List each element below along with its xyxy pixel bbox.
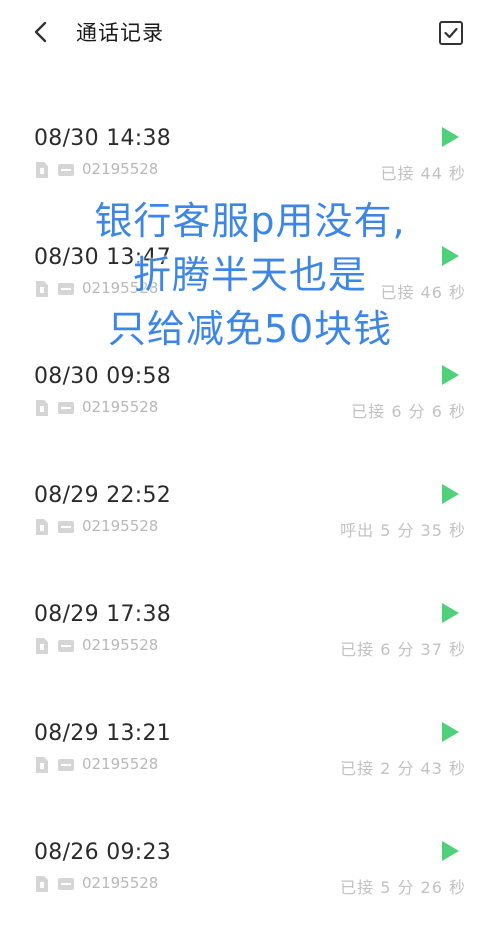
play-recording-icon[interactable]	[440, 483, 460, 505]
call-status: 已接 2 分 43 秒	[340, 759, 466, 778]
call-log-row[interactable]: 08/30 09:58 02195528 已接 6 分 6 秒	[0, 364, 500, 474]
call-time: 08/29 17:38	[34, 602, 172, 627]
overlay-line-2: 折腾半天也是	[132, 253, 367, 297]
overlay-annotation-text: 银行客服p用没有, 折腾半天也是 只给减免50块钱	[40, 194, 460, 356]
call-time: 08/29 22:52	[34, 483, 172, 508]
play-recording-icon[interactable]	[440, 126, 460, 148]
phone-number: 02195528	[82, 755, 159, 773]
message-icon	[58, 402, 74, 414]
call-status: 已接 6 分 37 秒	[340, 640, 466, 659]
play-recording-icon[interactable]	[440, 840, 460, 862]
call-status: 已接 44 秒	[380, 164, 466, 183]
message-icon	[58, 878, 74, 890]
phone-number: 02195528	[82, 874, 159, 892]
page-title: 通话记录	[76, 21, 164, 45]
phone-number: 02195528	[82, 398, 159, 416]
message-icon	[58, 521, 74, 533]
call-log-row[interactable]: 08/29 13:21 02195528 已接 2 分 43 秒	[0, 721, 500, 831]
call-status: 已接 6 分 6 秒	[351, 402, 466, 421]
message-icon	[58, 759, 74, 771]
sim-card-icon	[36, 757, 48, 773]
sim-card-icon	[36, 876, 48, 892]
call-log-row[interactable]: 08/26 09:23 02195528 已接 5 分 26 秒	[0, 840, 500, 950]
play-recording-icon[interactable]	[440, 364, 460, 386]
sim-card-icon	[36, 400, 48, 416]
overlay-line-3: 只给减免50块钱	[107, 307, 393, 351]
phone-number: 02195528	[82, 160, 159, 178]
sim-card-icon	[36, 162, 48, 178]
top-bar: 通话记录	[0, 0, 500, 66]
sim-card-icon	[36, 519, 48, 535]
sim-card-icon	[36, 638, 48, 654]
call-time: 08/26 09:23	[34, 840, 172, 865]
play-recording-icon[interactable]	[440, 721, 460, 743]
call-status: 已接 5 分 26 秒	[340, 878, 466, 897]
call-status: 呼出 5 分 35 秒	[340, 521, 466, 540]
chevron-left-icon[interactable]	[30, 20, 54, 44]
call-time: 08/29 13:21	[34, 721, 172, 746]
play-recording-icon[interactable]	[440, 602, 460, 624]
phone-number: 02195528	[82, 517, 159, 535]
checkbox-icon[interactable]	[438, 20, 464, 46]
call-time: 08/30 14:38	[34, 126, 172, 151]
phone-number: 02195528	[82, 636, 159, 654]
message-icon	[58, 164, 74, 176]
message-icon	[58, 640, 74, 652]
overlay-line-1: 银行客服p用没有,	[94, 199, 406, 243]
call-log-row[interactable]: 08/29 22:52 02195528 呼出 5 分 35 秒	[0, 483, 500, 593]
call-time: 08/30 09:58	[34, 364, 172, 389]
call-log-row[interactable]: 08/29 17:38 02195528 已接 6 分 37 秒	[0, 602, 500, 712]
